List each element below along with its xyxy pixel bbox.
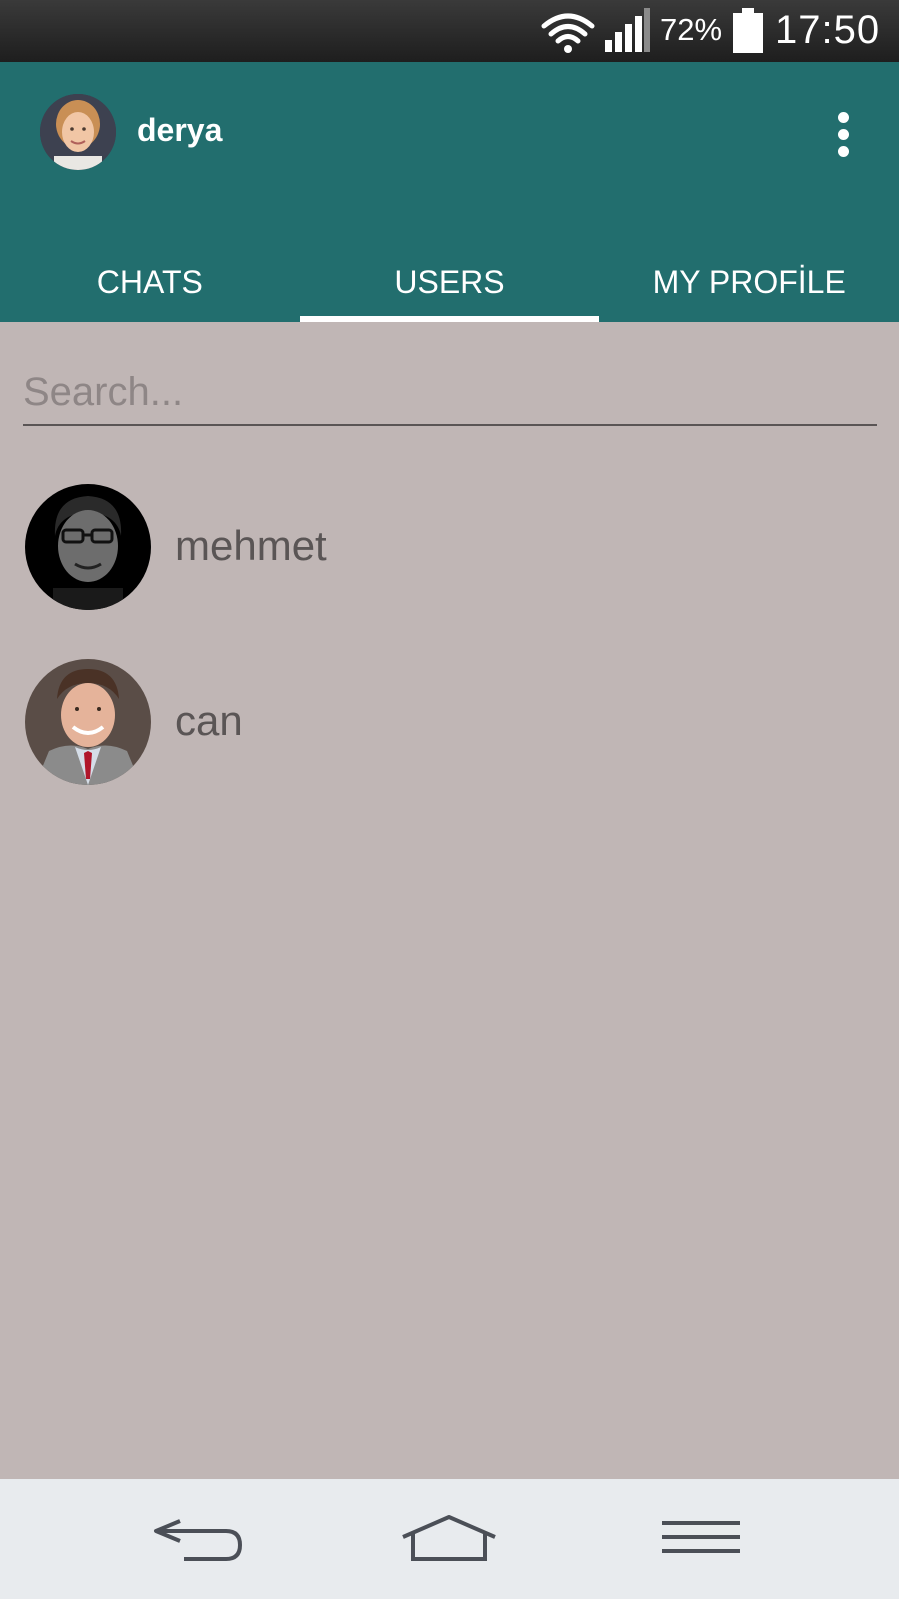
- avatar: [25, 484, 151, 610]
- user-list-item-can[interactable]: can: [0, 659, 899, 809]
- user-list-item-mehmet[interactable]: mehmet: [0, 484, 899, 634]
- more-vert-icon[interactable]: [826, 110, 862, 160]
- avatar: [25, 659, 151, 785]
- tab-chats[interactable]: CHATS: [0, 237, 300, 322]
- back-icon[interactable]: [150, 1507, 250, 1569]
- current-user-avatar[interactable]: [40, 94, 116, 170]
- tab-my-profile[interactable]: MY PROFİLE: [599, 237, 899, 322]
- app-bar: derya CHATS USERS MY PROFİLE: [0, 62, 899, 322]
- system-nav-bar: [0, 1479, 899, 1599]
- clock: 17:50: [775, 8, 881, 52]
- wifi-icon: [541, 13, 595, 53]
- current-username: derya: [137, 112, 223, 148]
- status-bar: 72% 17:50: [0, 0, 899, 62]
- battery-percent: 72%: [660, 12, 723, 47]
- signal-icon: [605, 8, 650, 52]
- menu-icon[interactable]: [652, 1507, 752, 1569]
- home-icon[interactable]: [399, 1507, 499, 1569]
- user-name: can: [175, 697, 243, 744]
- tab-bar: CHATS USERS MY PROFİLE: [0, 237, 899, 322]
- user-name: mehmet: [175, 522, 327, 569]
- search-input[interactable]: [23, 360, 877, 426]
- battery-icon: [733, 8, 763, 53]
- tab-users[interactable]: USERS: [299, 237, 600, 322]
